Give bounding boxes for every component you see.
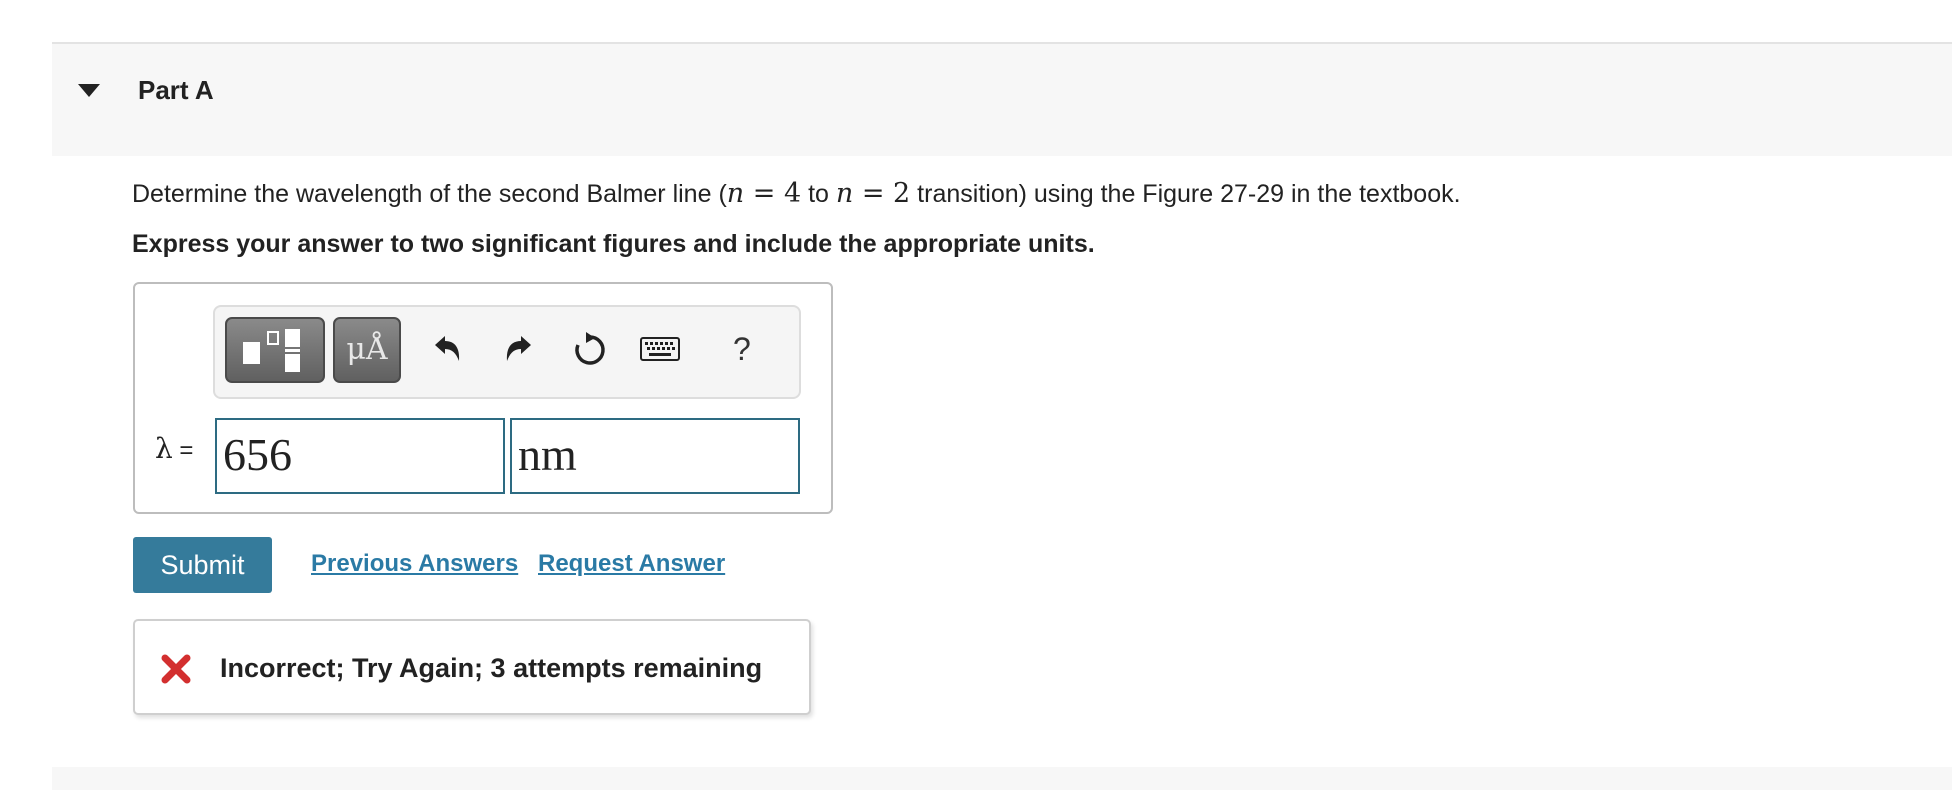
- submit-button[interactable]: Submit: [133, 537, 272, 593]
- answer-box: μÅ ? λ = 656 nm: [133, 282, 833, 514]
- math-n-equals-2: n = 2: [835, 178, 911, 209]
- templates-icon: [243, 329, 300, 372]
- undo-icon[interactable]: [429, 331, 465, 372]
- instruction-text: Express your answer to two significant f…: [132, 230, 1095, 258]
- question-text: Determine the wavelength of the second B…: [132, 178, 1461, 209]
- reset-icon[interactable]: [571, 331, 609, 374]
- units-button[interactable]: μÅ: [333, 317, 401, 383]
- collapse-caret-icon[interactable]: [78, 84, 100, 103]
- answer-value-input[interactable]: 656: [215, 418, 505, 494]
- question-text-before: Determine the wavelength of the second B…: [132, 180, 727, 208]
- math-n-equals-4: n = 4: [726, 178, 802, 209]
- answer-unit-input[interactable]: nm: [510, 418, 800, 494]
- next-part-band: [52, 767, 1952, 790]
- question-text-after: transition) using the Figure 27-29 in th…: [910, 180, 1461, 208]
- answer-variable-label: λ =: [155, 432, 194, 465]
- redo-icon[interactable]: [501, 331, 537, 372]
- incorrect-x-icon: [161, 654, 191, 689]
- question-to: to: [801, 180, 836, 208]
- templates-button[interactable]: [225, 317, 325, 383]
- keyboard-icon[interactable]: [640, 337, 680, 366]
- part-header[interactable]: Part A: [52, 44, 1952, 156]
- previous-answers-link[interactable]: Previous Answers: [311, 550, 518, 578]
- help-button[interactable]: ?: [733, 331, 751, 368]
- math-toolbar: μÅ ?: [213, 305, 801, 399]
- part-title: Part A: [138, 75, 214, 105]
- feedback-box: Incorrect; Try Again; 3 attempts remaini…: [133, 619, 811, 715]
- feedback-message: Incorrect; Try Again; 3 attempts remaini…: [220, 653, 763, 683]
- request-answer-link[interactable]: Request Answer: [538, 550, 725, 578]
